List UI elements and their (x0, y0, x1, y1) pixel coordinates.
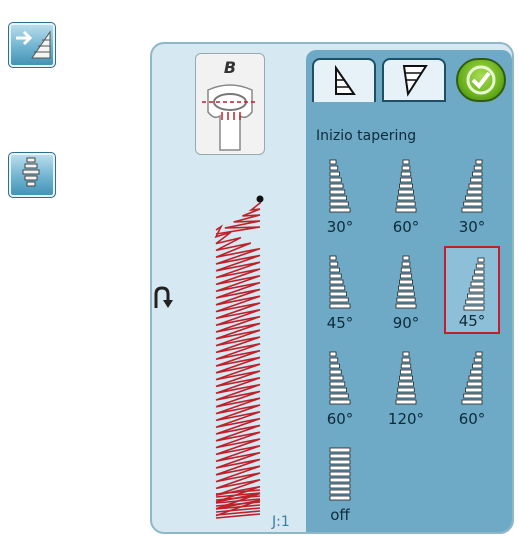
taper-option[interactable]: 60° (378, 150, 434, 238)
taper-option-label: 45° (326, 314, 354, 332)
stitch-position-label: J:1 (272, 514, 290, 530)
sewing-screen: B J:1 Inizio tapering 30° 60° 30° 45° 90… (150, 42, 514, 534)
taper-stitch-icon (461, 351, 483, 405)
panel-title: Inizio tapering (316, 128, 417, 144)
checkmark-icon (466, 65, 496, 95)
taper-option-label: 60° (392, 218, 420, 236)
tapering-end-icon (402, 65, 428, 97)
taper-option[interactable]: 45° (312, 246, 368, 334)
taper-option[interactable]: 45° (444, 246, 500, 334)
taper-stitch-icon (395, 351, 417, 405)
taper-stitch-icon (463, 257, 485, 311)
tab-tapering-end[interactable] (382, 58, 446, 102)
taper-option-label: 60° (458, 410, 486, 428)
taper-stitch-icon (395, 255, 417, 309)
stitch-list-side-button[interactable] (8, 152, 56, 198)
taper-option[interactable]: 90° (378, 246, 434, 334)
tapering-arrow-icon (16, 30, 51, 59)
taper-option[interactable]: 30° (312, 150, 368, 238)
taper-option[interactable]: 120° (378, 342, 434, 430)
taper-option-label: 45° (458, 312, 486, 330)
taper-option[interactable]: 60° (312, 342, 368, 430)
taper-stitch-icon (395, 159, 417, 213)
taper-option[interactable]: 30° (444, 150, 500, 238)
tapering-start-side-button[interactable] (8, 22, 56, 68)
taper-option-label: 60° (326, 410, 354, 428)
stitch-preview (214, 195, 264, 519)
confirm-button[interactable] (456, 58, 506, 102)
presser-foot-indicator[interactable]: B (195, 53, 265, 155)
taper-stitch-icon (329, 159, 351, 213)
tapering-panel: Inizio tapering 30° 60° 30° 45° 90° 45° 60° 120… (306, 50, 512, 532)
taper-stitch-icon (329, 351, 351, 405)
taper-option-label: 120° (387, 410, 425, 428)
presser-foot-icon (202, 84, 258, 151)
tab-tapering-start[interactable] (312, 58, 376, 102)
stitch-list-icon (22, 157, 40, 187)
taper-stitch-icon (329, 255, 351, 309)
taper-option-label: 30° (326, 218, 354, 236)
taper-option-label: 90° (392, 314, 420, 332)
taper-option[interactable]: 60° (444, 342, 500, 430)
taper-option-label: 30° (458, 218, 486, 236)
taper-option-label: off (330, 506, 350, 524)
taper-option[interactable]: off (312, 438, 368, 526)
taper-stitch-icon (461, 159, 483, 213)
reverse-sewing-icon (154, 286, 173, 308)
taper-stitch-icon (329, 447, 351, 501)
tapering-start-icon (335, 64, 356, 95)
